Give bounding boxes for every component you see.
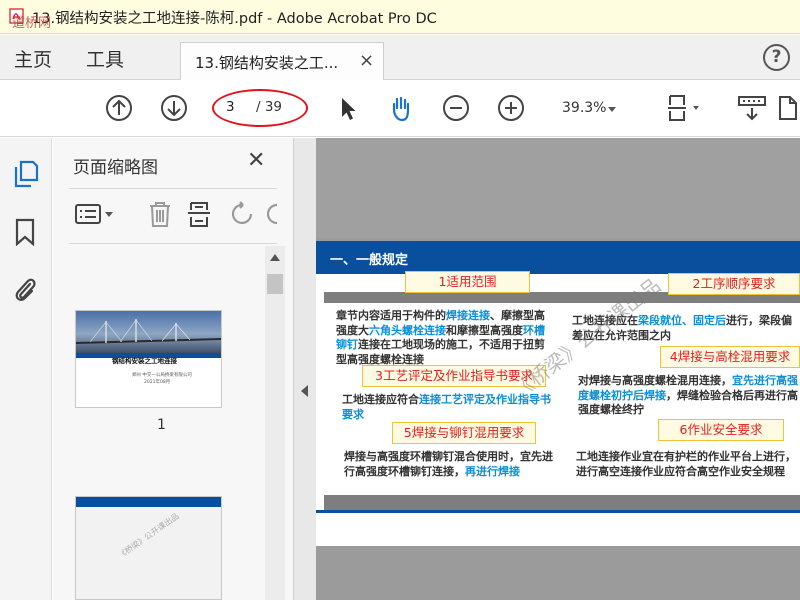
panel-divider: [69, 188, 277, 189]
page-header-bar: 一、一般规定: [316, 241, 800, 274]
callout-4: 4焊接与高栓混用要求: [660, 346, 800, 368]
thumbnail-date: 2021年08月: [144, 380, 171, 385]
bookmarks-icon[interactable]: [14, 218, 36, 246]
thumbnail-title: 钢结构安装之工地连接: [112, 357, 177, 365]
zoom-in-icon[interactable]: [496, 93, 526, 123]
page-gap: [316, 546, 800, 600]
panel-splitter[interactable]: [293, 138, 316, 600]
delete-page-icon[interactable]: [147, 200, 173, 228]
thumbnail-org: 郑州 中交一公局桥梁有限公司: [132, 373, 192, 378]
grey-band-bottom: [324, 495, 800, 510]
rotate-page-icon[interactable]: [229, 201, 257, 227]
select-cursor-icon[interactable]: [333, 93, 363, 123]
scroll-mode-icon[interactable]: [736, 93, 768, 123]
previous-page-icon[interactable]: [104, 93, 134, 123]
paragraph-scope: 章节内容适用于构件的焊接连接、摩擦型高强度大六角头螺栓连接和摩擦型高强度环槽铆钉…: [336, 309, 545, 366]
attachments-icon[interactable]: [12, 274, 38, 304]
zoom-dropdown-icon[interactable]: [606, 103, 618, 115]
hand-tool-icon[interactable]: [386, 93, 416, 123]
page-heading: 一、一般规定: [330, 253, 409, 268]
thumbnail-options-icon[interactable]: [75, 203, 115, 225]
panel-title: 页面缩略图: [73, 158, 158, 178]
close-panel-icon[interactable]: ✕: [247, 148, 265, 173]
thumbnail-page-1[interactable]: 钢结构安装之工地连接 郑州 中交一公局桥梁有限公司 2021年08月: [75, 310, 222, 408]
corner-watermark: 道桥网: [12, 16, 52, 31]
document-tab-label: 13.钢结构安装之工...: [195, 54, 339, 72]
paragraph-rivet-weld: 焊接与高强度环槽铆钉混合使用时，宜先进行高强度环槽铆钉连接，再进行焊接: [344, 450, 553, 478]
paragraph-bolt-weld: 对焊接与高强度螺栓混用连接，宜先进行高强度螺栓初拧后焊接，焊缝检验合格后再进行高…: [578, 374, 798, 416]
red-annotation-ellipse: [212, 89, 308, 127]
tab-home[interactable]: 主页: [14, 45, 52, 72]
rotate-clockwise-icon[interactable]: [267, 201, 281, 227]
paragraph-safety: 工地连接作业宜在有护栏的作业平台上进行，进行高空连接作业应符合高空作业安全规程: [576, 450, 796, 478]
callout-1: 1适用范围: [405, 271, 530, 293]
title-bar: 13.钢结构安装之工地连接-陈柯.pdf - Adobe Acrobat Pro…: [0, 0, 800, 34]
page-thumbnails-icon[interactable]: [13, 160, 39, 188]
thumbnail-page-2[interactable]: 《桥梁》公开课出品: [75, 496, 222, 600]
scroll-up-icon[interactable]: [269, 252, 281, 262]
toolbar: 3 / 39 39.3%: [0, 81, 800, 137]
previous-page-remnant: [316, 138, 800, 238]
bridge-pylons-image: [76, 319, 221, 344]
thumbnails-panel: 页面缩略图 ✕ 钢结构安装之工地连接 郑州 中交一公局桥梁有限公司 2021年0…: [53, 138, 293, 600]
thumbnail-page-number: 1: [157, 417, 166, 433]
close-tab-icon[interactable]: ×: [359, 50, 374, 71]
tab-document[interactable]: 13.钢结构安装之工... ×: [180, 42, 384, 80]
panel-scrollbar[interactable]: [265, 246, 285, 600]
zoom-out-icon[interactable]: [441, 93, 471, 123]
tab-bar: 主页 工具 13.钢结构安装之工... × ?: [0, 35, 800, 80]
help-icon[interactable]: ?: [763, 44, 790, 71]
pdf-page: 一、一般规定 1适用范围 2工序顺序要求 3工艺评定及作业指导书要求 4焊接与高…: [316, 241, 800, 546]
window-title: 13.钢结构安装之工地连接-陈柯.pdf - Adobe Acrobat Pro…: [32, 11, 437, 27]
fit-page-icon[interactable]: [666, 93, 702, 123]
navigation-rail: [0, 138, 52, 600]
thumbnail2-blue-band: [76, 497, 221, 507]
more-tools-icon[interactable]: [776, 93, 800, 123]
next-page-icon[interactable]: [159, 93, 189, 123]
tab-tools[interactable]: 工具: [86, 45, 124, 72]
callout-6: 6作业安全要求: [658, 419, 784, 441]
collapse-panel-icon[interactable]: [300, 384, 310, 398]
callout-5: 5焊接与铆钉混用要求: [392, 422, 536, 444]
panel-toolbar-divider: [69, 243, 277, 244]
extract-pages-icon[interactable]: [187, 200, 213, 228]
zoom-level[interactable]: 39.3%: [562, 100, 606, 116]
scrollbar-thumb[interactable]: [267, 274, 283, 294]
callout-2: 2工序顺序要求: [668, 273, 800, 295]
thumbnail2-watermark: 《桥梁》公开课出品: [116, 511, 181, 561]
footer-blue-line: [316, 510, 800, 513]
